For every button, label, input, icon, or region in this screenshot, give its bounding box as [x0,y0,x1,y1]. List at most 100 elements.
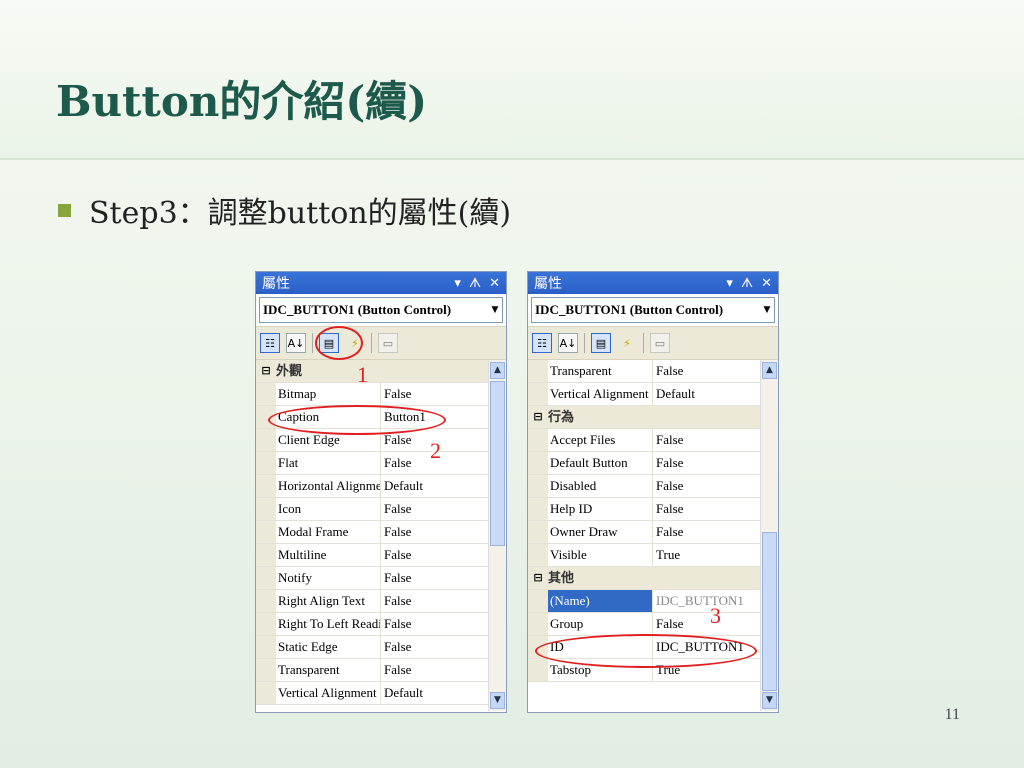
property-value[interactable]: Default [381,475,488,497]
property-value[interactable]: False [653,429,760,451]
scrollbar[interactable]: ▲ ▼ [488,360,506,711]
scroll-up-icon[interactable]: ▲ [762,362,777,379]
property-value[interactable]: False [381,613,488,635]
property-name[interactable]: Notify [276,567,381,589]
chevron-down-icon[interactable]: ▼ [488,305,502,315]
property-row[interactable]: Icon False [256,498,488,521]
property-value[interactable]: True [653,544,760,566]
property-value[interactable]: False [653,521,760,543]
property-row[interactable]: Multiline False [256,544,488,567]
property-row[interactable]: Notify False [256,567,488,590]
property-name[interactable]: Group [548,613,653,635]
property-value[interactable]: False [381,544,488,566]
property-value[interactable]: IDC_BUTTON1 [653,590,760,612]
properties-icon[interactable]: ▤ [591,333,611,353]
bullet-item: Step3：調整button的屬性(續) [58,188,511,232]
property-value[interactable]: False [653,498,760,520]
property-name[interactable]: Multiline [276,544,381,566]
property-row[interactable]: Transparent False [528,360,760,383]
property-value[interactable]: False [653,452,760,474]
pin-icon[interactable]: ᗑ [741,276,753,291]
property-row[interactable]: Bitmap False [256,383,488,406]
property-row[interactable]: (Name) IDC_BUTTON1 [528,590,760,613]
property-row[interactable]: Right Align Text False [256,590,488,613]
property-value[interactable]: False [381,659,488,681]
property-name[interactable]: (Name) [548,590,653,612]
property-name[interactable]: Right Align Text [276,590,381,612]
property-row[interactable]: Accept Files False [528,429,760,452]
categorized-icon[interactable]: ☷ [532,333,552,353]
category-row[interactable]: ⊟ 行為 [528,406,760,429]
property-name[interactable]: Right To Left Reading [276,613,381,635]
property-row[interactable]: Modal Frame False [256,521,488,544]
property-pages-icon[interactable]: ▭ [650,333,670,353]
property-name[interactable]: Static Edge [276,636,381,658]
property-name[interactable]: Vertical Alignment [276,682,381,704]
property-value[interactable]: False [381,521,488,543]
panel-toolbar: ☷ A↓ ▤ ⚡ ▭ [528,326,778,360]
property-name[interactable]: Owner Draw [548,521,653,543]
property-value[interactable]: Default [653,383,760,405]
object-selector[interactable]: IDC_BUTTON1 (Button Control) ▼ [531,297,775,323]
collapse-icon[interactable]: ⊟ [256,360,276,382]
property-name[interactable]: Flat [276,452,381,474]
property-row[interactable]: Owner Draw False [528,521,760,544]
alphabetical-icon[interactable]: A↓ [558,333,578,353]
scroll-down-icon[interactable]: ▼ [490,692,505,709]
property-pages-icon[interactable]: ▭ [378,333,398,353]
property-name[interactable]: Horizontal Alignment [276,475,381,497]
property-value[interactable]: False [381,383,488,405]
property-row[interactable]: Group False [528,613,760,636]
property-row[interactable]: Right To Left ReadingFalse [256,613,488,636]
property-value[interactable]: False [381,590,488,612]
scroll-up-icon[interactable]: ▲ [490,362,505,379]
collapse-icon[interactable]: ⊟ [528,406,548,428]
dropdown-icon[interactable]: ▾ [726,276,733,291]
property-row[interactable]: Vertical Alignment Default [256,682,488,705]
property-value[interactable]: False [381,636,488,658]
property-value[interactable]: False [653,360,760,382]
property-row[interactable]: Vertical Alignment Default [528,383,760,406]
close-icon[interactable]: ✕ [489,276,500,291]
property-value[interactable]: False [653,613,760,635]
row-gutter [256,590,276,612]
object-selector[interactable]: IDC_BUTTON1 (Button Control) ▼ [259,297,503,323]
property-value[interactable]: False [653,475,760,497]
scroll-down-icon[interactable]: ▼ [762,692,777,709]
category-row[interactable]: ⊟ 外觀 [256,360,488,383]
property-row[interactable]: Default Button False [528,452,760,475]
close-icon[interactable]: ✕ [761,276,772,291]
property-name[interactable]: Transparent [276,659,381,681]
property-name[interactable]: Disabled [548,475,653,497]
property-name[interactable]: Vertical Alignment [548,383,653,405]
property-name[interactable]: Help ID [548,498,653,520]
property-name[interactable]: Transparent [548,360,653,382]
property-value[interactable]: False [381,567,488,589]
dropdown-icon[interactable]: ▾ [454,276,461,291]
pin-icon[interactable]: ᗑ [469,276,481,291]
property-row[interactable]: Visible True [528,544,760,567]
property-row[interactable]: Horizontal Alignment Default [256,475,488,498]
property-name[interactable]: Icon [276,498,381,520]
property-value[interactable]: Default [381,682,488,704]
property-name[interactable]: Visible [548,544,653,566]
events-icon[interactable]: ⚡ [617,333,637,353]
categorized-icon[interactable]: ☷ [260,333,280,353]
property-row[interactable]: Help ID False [528,498,760,521]
property-row[interactable]: Static Edge False [256,636,488,659]
property-name[interactable]: Accept Files [548,429,653,451]
property-name[interactable]: Modal Frame [276,521,381,543]
property-value[interactable]: False [381,498,488,520]
scroll-thumb[interactable] [490,381,505,546]
property-name[interactable]: Default Button [548,452,653,474]
property-row[interactable]: Disabled False [528,475,760,498]
scrollbar[interactable]: ▲ ▼ [760,360,778,711]
property-row[interactable]: Transparent False [256,659,488,682]
category-row[interactable]: ⊟ 其他 [528,567,760,590]
property-row[interactable]: Flat False [256,452,488,475]
chevron-down-icon[interactable]: ▼ [760,305,774,315]
row-gutter [256,682,276,704]
scroll-thumb[interactable] [762,532,777,691]
alphabetical-icon[interactable]: A↓ [286,333,306,353]
collapse-icon[interactable]: ⊟ [528,567,548,589]
